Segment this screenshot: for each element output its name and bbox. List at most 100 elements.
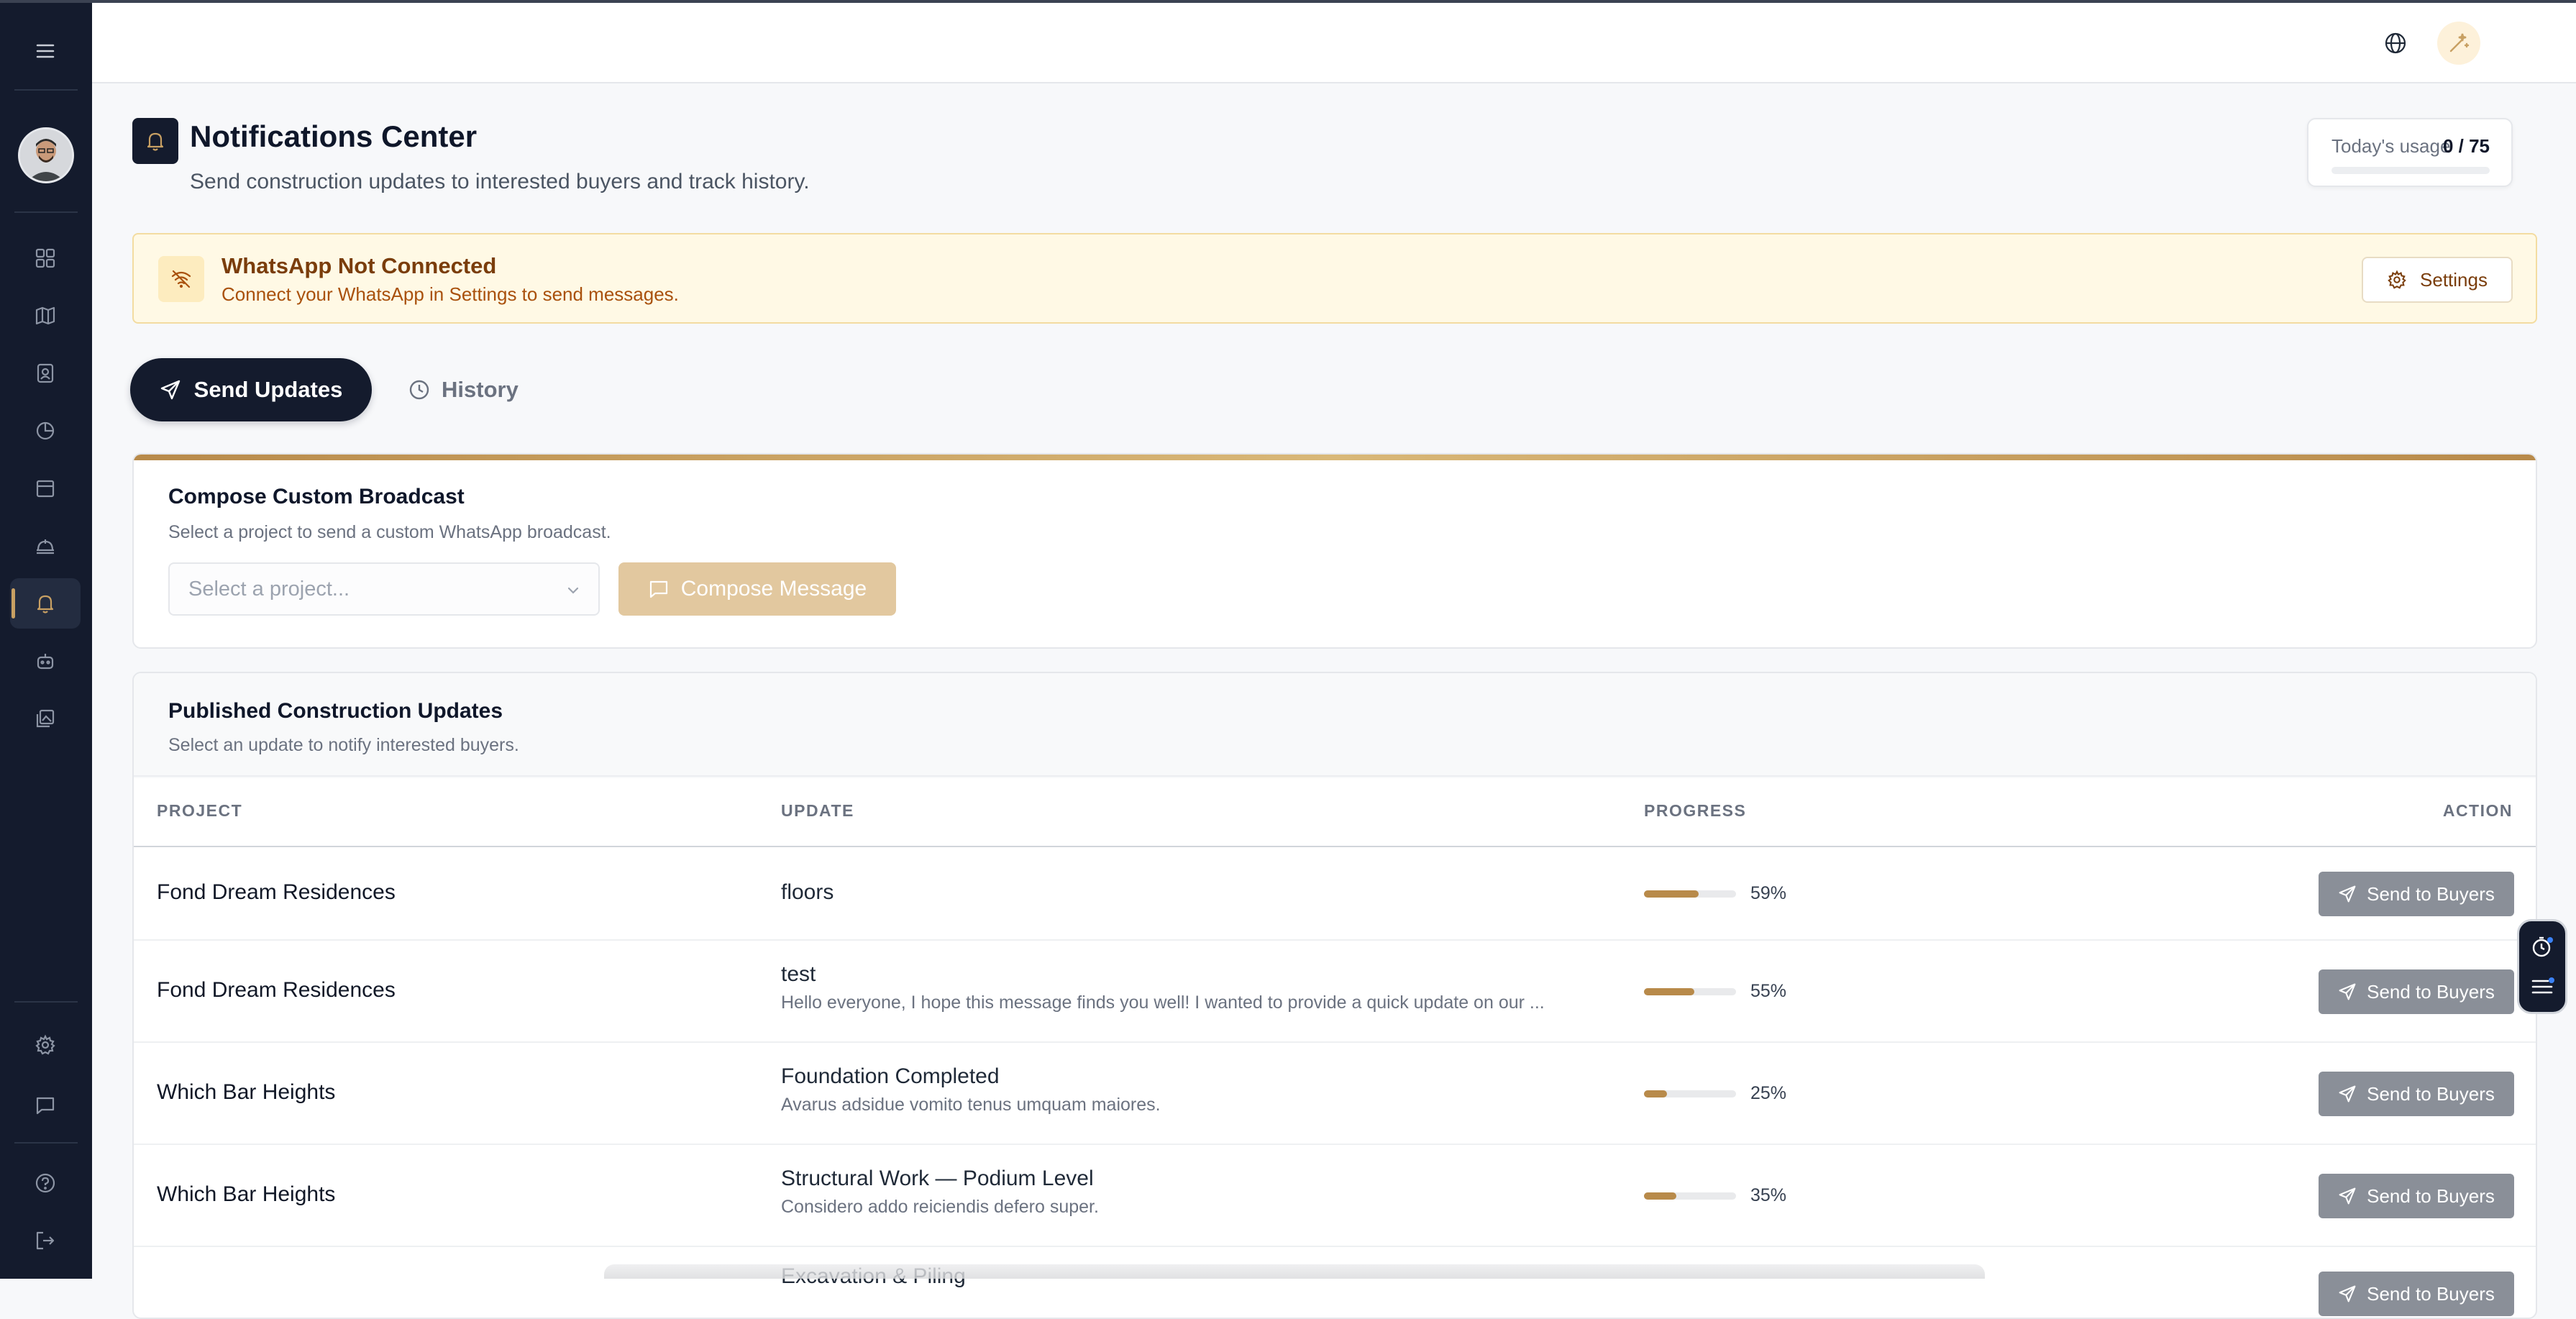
compose-subtitle: Select a project to send a custom WhatsA… [168, 522, 611, 542]
usage-card: Today's usage 0 / 75 [2307, 118, 2513, 187]
row-update-title: Foundation Completed [781, 1064, 1000, 1088]
row-project: Which Bar Heights [157, 1182, 336, 1206]
compose-message-button[interactable]: Compose Message [618, 562, 896, 616]
message-icon [648, 578, 670, 600]
settings-button[interactable]: Settings [2362, 257, 2513, 303]
page-title: Notifications Center [190, 119, 478, 153]
published-updates-card: Published Construction Updates Select an… [132, 672, 2537, 1319]
bottom-dock [604, 1264, 1985, 1279]
progress-fill [1644, 890, 1699, 898]
progress-fill [1644, 988, 1695, 995]
project-select[interactable]: Select a project... [168, 562, 600, 616]
row-update-title: test [781, 962, 816, 986]
construction-icon[interactable] [10, 521, 81, 571]
contacts-icon[interactable] [10, 348, 81, 398]
send-to-buyers-button[interactable]: Send to Buyers [2319, 1174, 2514, 1218]
table-row: Which Bar Heights Foundation Completed A… [134, 1043, 2536, 1145]
chat-icon[interactable] [10, 1080, 81, 1131]
progress-bar [1644, 890, 1736, 898]
wifi-off-icon [158, 256, 204, 302]
send-icon [2338, 982, 2357, 1001]
usage-label: Today's usage [2331, 135, 2451, 157]
sidebar-divider [14, 1142, 78, 1144]
row-update-title: floors [781, 880, 834, 904]
send-to-buyers-label: Send to Buyers [2367, 1282, 2495, 1305]
language-icon[interactable] [2374, 22, 2417, 65]
bell-icon [132, 118, 178, 164]
progress-bar [1644, 1192, 1736, 1200]
usage-bar [2331, 167, 2490, 174]
send-icon [160, 379, 181, 401]
row-update-desc: Considero addo reiciendis defero super. [781, 1197, 1099, 1217]
sidebar-divider [14, 1001, 78, 1003]
analytics-icon[interactable] [10, 406, 81, 456]
calendar-icon[interactable] [10, 463, 81, 514]
sidebar [0, 0, 92, 1279]
send-to-buyers-button[interactable]: Send to Buyers [2319, 969, 2514, 1014]
bot-icon[interactable] [10, 636, 81, 686]
alert-text: Connect your WhatsApp in Settings to sen… [221, 283, 679, 305]
usage-value: 0 / 75 [2442, 135, 2490, 157]
gallery-icon[interactable] [10, 693, 81, 744]
chevron-down-icon [565, 583, 581, 598]
published-subtitle: Select an update to notify interested bu… [168, 735, 519, 755]
table-row: Fond Dream Residences test Hello everyon… [134, 941, 2536, 1043]
divider [134, 775, 2536, 777]
published-updates-header [134, 673, 2536, 778]
notifications-icon[interactable] [10, 578, 81, 629]
column-header-progress: PROGRESS [1644, 801, 1747, 820]
progress-percent: 35% [1750, 1185, 1787, 1205]
logout-icon[interactable] [10, 1215, 81, 1266]
send-icon [2338, 1284, 2357, 1303]
sidebar-divider [14, 89, 78, 91]
tab-send-updates-label: Send Updates [193, 377, 343, 402]
clock-icon [408, 379, 430, 401]
tab-history-label: History [442, 377, 519, 402]
send-to-buyers-button[interactable]: Send to Buyers [2319, 1272, 2514, 1316]
row-update-desc: Hello everyone, I hope this message find… [781, 992, 1545, 1013]
magic-icon[interactable] [2437, 22, 2480, 65]
progress-fill [1644, 1192, 1676, 1200]
dashboard-icon[interactable] [10, 233, 81, 283]
compose-card: Compose Custom Broadcast Select a projec… [132, 453, 2537, 649]
send-to-buyers-button[interactable]: Send to Buyers [2319, 872, 2514, 916]
send-to-buyers-label: Send to Buyers [2367, 1185, 2495, 1207]
progress-bar [1644, 988, 1736, 995]
send-to-buyers-label: Send to Buyers [2367, 980, 2495, 1003]
column-header-update: UPDATE [781, 801, 854, 820]
avatar[interactable] [18, 127, 74, 183]
row-update-title: Structural Work — Podium Level [781, 1167, 1094, 1190]
column-header-action: ACTION [2442, 801, 2513, 820]
row-project: Fond Dream Residences [157, 978, 396, 1002]
tab-send-updates[interactable]: Send Updates [130, 358, 372, 421]
list-icon[interactable] [2529, 974, 2555, 1000]
send-icon [2338, 1085, 2357, 1103]
send-to-buyers-button[interactable]: Send to Buyers [2319, 1072, 2514, 1116]
sidebar-divider [14, 211, 78, 213]
timer-icon[interactable] [2529, 934, 2555, 960]
send-icon [2338, 885, 2357, 903]
progress-bar [1644, 1090, 1736, 1097]
menu-icon[interactable] [10, 26, 81, 76]
progress-percent: 59% [1750, 883, 1787, 903]
compose-message-label: Compose Message [680, 577, 867, 601]
page-subtitle: Send construction updates to interested … [190, 170, 810, 193]
map-icon[interactable] [10, 291, 81, 341]
column-header-project: PROJECT [157, 801, 243, 820]
project-select-placeholder: Select a project... [188, 577, 350, 601]
compose-title: Compose Custom Broadcast [168, 485, 465, 508]
whatsapp-alert: WhatsApp Not Connected Connect your What… [132, 233, 2537, 324]
top-bar: LE [92, 0, 2576, 83]
help-icon[interactable] [10, 1158, 81, 1208]
alert-title: WhatsApp Not Connected [221, 253, 497, 278]
progress-percent: 55% [1750, 981, 1787, 1001]
send-icon [2338, 1187, 2357, 1205]
table-row: Which Bar Heights Structural Work — Podi… [134, 1145, 2536, 1247]
send-to-buyers-label: Send to Buyers [2367, 882, 2495, 905]
settings-icon[interactable] [10, 1020, 81, 1070]
gear-icon [2387, 270, 2407, 290]
tab-history[interactable]: History [408, 358, 538, 421]
table-row: Excavation & Piling Send to Buyers [134, 1247, 2536, 1318]
progress-fill [1644, 1090, 1667, 1097]
progress-percent: 25% [1750, 1083, 1787, 1103]
